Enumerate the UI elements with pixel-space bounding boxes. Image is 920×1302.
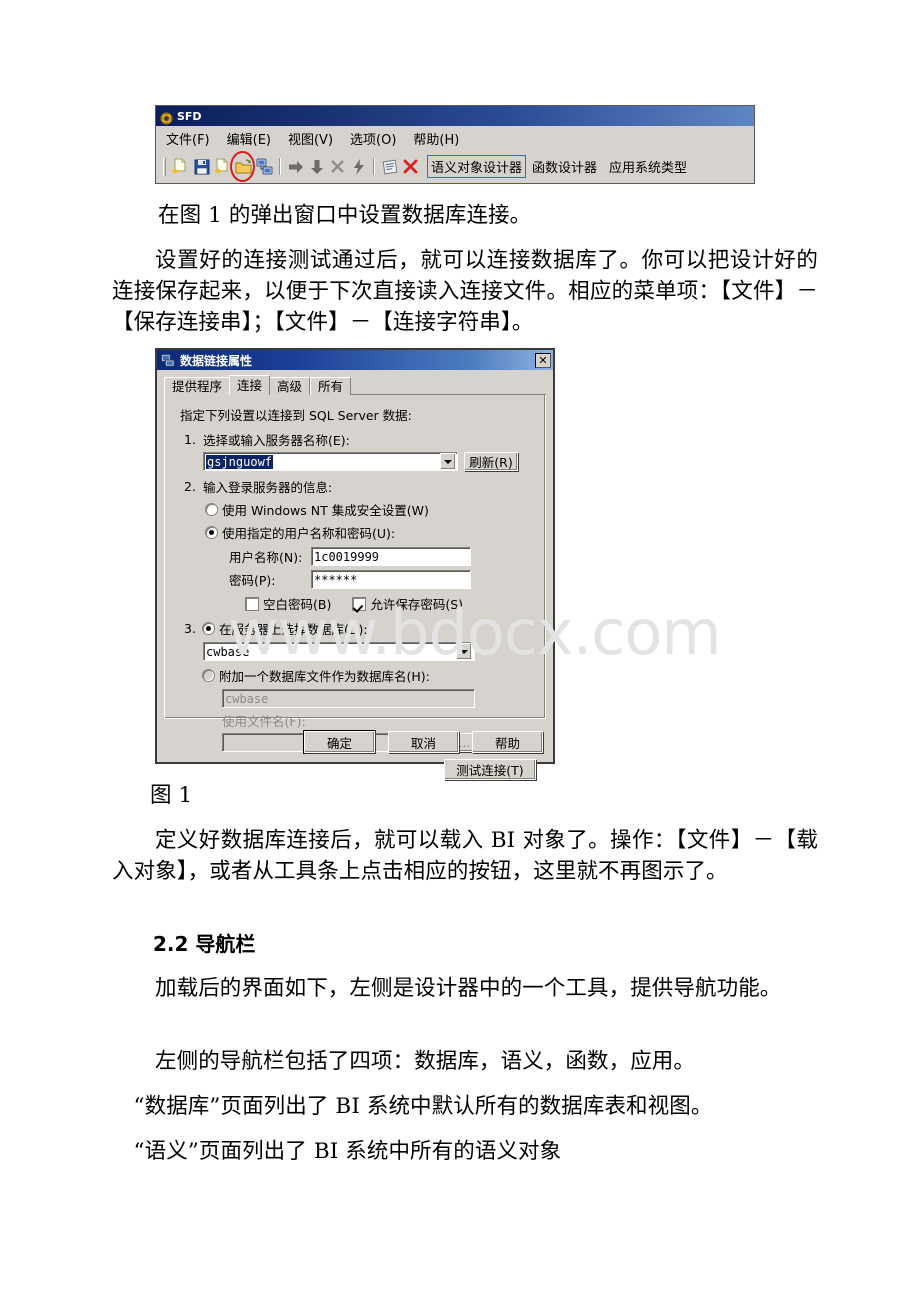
login-info-label: 输入登录服务器的信息: xyxy=(203,480,333,495)
paragraph-database-page: “数据库”页面列出了 BI 系统中默认所有的数据库表和视图。 xyxy=(133,1094,713,1119)
menu-item-view[interactable]: 视图(V) xyxy=(288,129,333,148)
server-name-value: gsjnguowf xyxy=(206,454,274,469)
radio-attach-database-indicator xyxy=(203,670,214,681)
toolbar-tab-semantic-object-designer[interactable]: 语义对象设计器 xyxy=(427,155,527,178)
database-select-input[interactable]: cwbase xyxy=(203,642,475,661)
properties-icon[interactable] xyxy=(379,156,400,177)
allow-save-password-checkbox[interactable] xyxy=(353,597,366,610)
radio-windows-auth[interactable]: 使用 Windows NT 集成安全设置(W) xyxy=(206,500,536,519)
radio-windows-auth-indicator xyxy=(206,504,217,515)
dialog-footer: 确定 取消 帮助 xyxy=(157,722,553,762)
paragraph-semantic-page: “语义”页面列出了 BI 系统中所有的语义对象 xyxy=(133,1139,562,1164)
sfd-window-title: SFD xyxy=(177,109,202,123)
radio-select-database-indicator[interactable] xyxy=(203,623,214,634)
toolbar-grip[interactable] xyxy=(163,157,166,176)
attach-database-input[interactable]: cwbase xyxy=(222,689,475,708)
paragraph-figure-intro: 在图 1 的弹出窗口中设置数据库连接。 xyxy=(158,203,532,228)
dialog-title-bar: 数据链接属性 ✕ xyxy=(157,350,553,370)
sfd-application-window: SFD 文件(F) 编辑(E) 视图(V) 选项(O) 帮助(H) 语义对象设计… xyxy=(155,105,755,184)
password-value: ****** xyxy=(314,572,358,587)
radio-sql-auth-indicator xyxy=(206,527,217,538)
radio-attach-database-label: 附加一个数据库文件作为数据库名(H): xyxy=(219,669,430,684)
blank-password-checkbox[interactable] xyxy=(246,597,258,610)
password-label: 密码(P): xyxy=(229,573,276,588)
password-input[interactable]: ****** xyxy=(311,570,471,589)
blank-password-label: 空白密码(B) xyxy=(263,597,332,612)
close-red-x-icon[interactable] xyxy=(400,156,421,177)
arrow-right-icon[interactable] xyxy=(285,156,306,177)
allow-save-password-label: 允许保存密码(S) xyxy=(370,597,464,612)
username-label: 用户名称(N): xyxy=(229,550,303,565)
help-button[interactable]: 帮助 xyxy=(472,731,543,753)
chevron-down-icon[interactable] xyxy=(456,643,472,660)
paragraph-connection-saving: 设置好的连接测试通过后，就可以连接数据库了。你可以把设计好的连接保存起来，以便于… xyxy=(112,248,818,335)
data-link-properties-dialog: 数据链接属性 ✕ 提供程序 连接 高级 所有 指定下列设置以连接到 SQL Se… xyxy=(155,348,555,780)
dialog-title: 数据链接属性 xyxy=(180,353,253,368)
gear-icon xyxy=(160,110,173,125)
document-page: SFD 文件(F) 编辑(E) 视图(V) 选项(O) 帮助(H) 语义对象设计… xyxy=(0,0,920,1302)
radio-attach-database[interactable]: 附加一个数据库文件作为数据库名(H): xyxy=(203,666,536,685)
step1-number: 1. xyxy=(184,432,196,447)
step3-number: 3. xyxy=(184,621,196,636)
tab-advanced[interactable]: 高级 xyxy=(269,377,311,395)
database-value: cwbase xyxy=(206,644,250,659)
menu-item-help[interactable]: 帮助(H) xyxy=(413,129,459,148)
export-document-icon[interactable] xyxy=(212,156,233,177)
figure-caption: 图 1 xyxy=(150,783,193,808)
toolbar-tab-application-system-type[interactable]: 应用系统类型 xyxy=(606,156,690,177)
step2-number: 2. xyxy=(184,479,196,494)
radio-sql-auth[interactable]: 使用指定的用户名称和密码(U): xyxy=(206,523,536,542)
toolbar-tab-function-designer[interactable]: 函数设计器 xyxy=(529,156,600,177)
username-value: 1c0019999 xyxy=(314,549,380,564)
arrow-down-icon[interactable] xyxy=(306,156,327,177)
paragraph-interface-description: 加载后的界面如下，左侧是设计器中的一个工具，提供导航功能。 xyxy=(155,976,782,1001)
save-icon[interactable] xyxy=(191,156,212,177)
server-name-label: 选择或输入服务器名称(E): xyxy=(203,433,350,448)
radio-select-database-label: 在服务器上选择数据库(D): xyxy=(219,622,368,637)
radio-windows-auth-label: 使用 Windows NT 集成安全设置(W) xyxy=(222,503,429,518)
close-icon[interactable]: ✕ xyxy=(535,352,551,368)
lightning-execute-icon[interactable] xyxy=(348,156,369,177)
toolbar-separator xyxy=(373,158,375,175)
paragraph-load-bi-object: 定义好数据库连接后，就可以载入 BI 对象了。操作：【文件】－【载入对象】，或者… xyxy=(112,828,818,884)
sfd-toolbar: 语义对象设计器 函数设计器 应用系统类型 xyxy=(156,151,754,182)
load-document-icon[interactable] xyxy=(170,156,191,177)
tab-strip-filler xyxy=(351,394,546,395)
username-input[interactable]: 1c0019999 xyxy=(311,547,471,566)
menu-item-file[interactable]: 文件(F) xyxy=(166,129,210,148)
sfd-menu-bar: 文件(F) 编辑(E) 视图(V) 选项(O) 帮助(H) xyxy=(156,126,754,151)
sfd-title-bar: SFD xyxy=(156,106,754,126)
refresh-button[interactable]: 刷新(R) xyxy=(464,452,518,471)
tab-provider[interactable]: 提供程序 xyxy=(164,377,231,395)
menu-item-options[interactable]: 选项(O) xyxy=(350,129,396,148)
test-connection-button[interactable]: 测试连接(T) xyxy=(444,759,536,780)
ok-button[interactable]: 确定 xyxy=(304,731,375,753)
open-folder-icon[interactable] xyxy=(233,156,254,177)
connection-tab-panel: 指定下列设置以连接到 SQL Server 数据: 1. 选择或输入服务器名称(… xyxy=(164,394,546,780)
connection-intro-label: 指定下列设置以连接到 SQL Server 数据: xyxy=(180,408,412,423)
tab-all[interactable]: 所有 xyxy=(310,377,352,395)
delete-x-icon[interactable] xyxy=(327,156,348,177)
server-name-input[interactable]: gsjnguowf xyxy=(203,452,458,471)
data-link-icon xyxy=(161,353,175,367)
attach-database-value: cwbase xyxy=(225,691,269,706)
paragraph-nav-four-items: 左侧的导航栏包括了四项：数据库，语义，函数，应用。 xyxy=(155,1049,696,1074)
radio-sql-auth-label: 使用指定的用户名称和密码(U): xyxy=(222,526,396,541)
dialog-body: 提供程序 连接 高级 所有 指定下列设置以连接到 SQL Server 数据: … xyxy=(157,370,553,780)
database-connection-icon[interactable] xyxy=(254,156,275,177)
chevron-down-icon[interactable] xyxy=(440,453,456,470)
toolbar-separator xyxy=(279,158,281,175)
menu-item-edit[interactable]: 编辑(E) xyxy=(227,129,271,148)
section-heading-navigation-bar: 2.2 导航栏 xyxy=(153,932,256,956)
cancel-button[interactable]: 取消 xyxy=(388,731,459,753)
dialog-tab-strip: 提供程序 连接 高级 所有 xyxy=(164,375,546,395)
tab-connection[interactable]: 连接 xyxy=(229,375,271,395)
